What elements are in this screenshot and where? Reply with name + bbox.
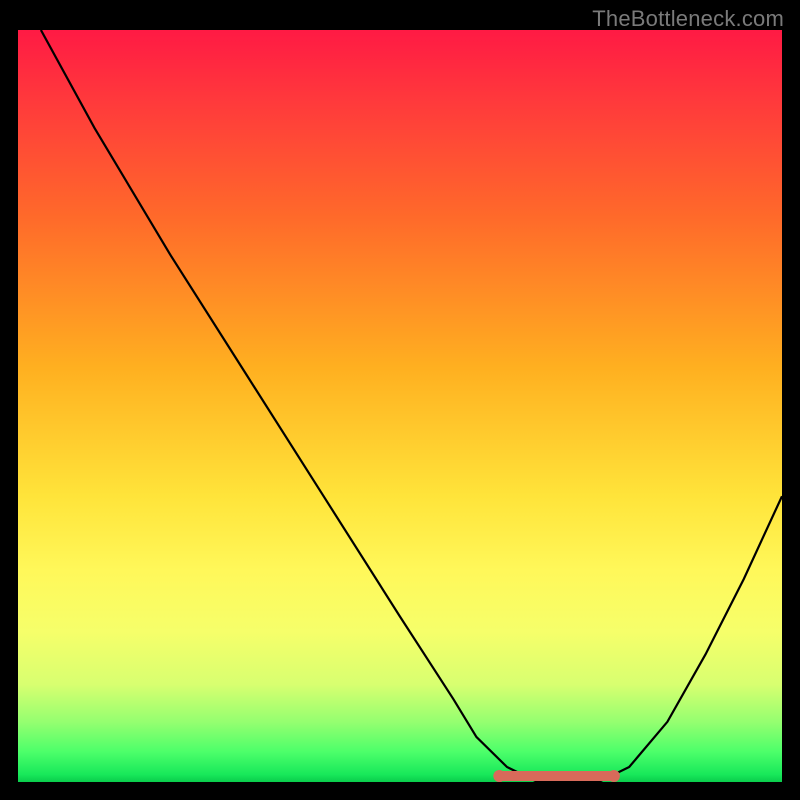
chart-svg — [18, 30, 782, 782]
accent-start-dot — [493, 770, 505, 782]
accent-end-dot — [608, 770, 620, 782]
plot-area — [18, 30, 782, 782]
chart-frame: TheBottleneck.com — [0, 0, 800, 800]
curve-path — [41, 30, 782, 782]
watermark-text: TheBottleneck.com — [592, 6, 784, 32]
